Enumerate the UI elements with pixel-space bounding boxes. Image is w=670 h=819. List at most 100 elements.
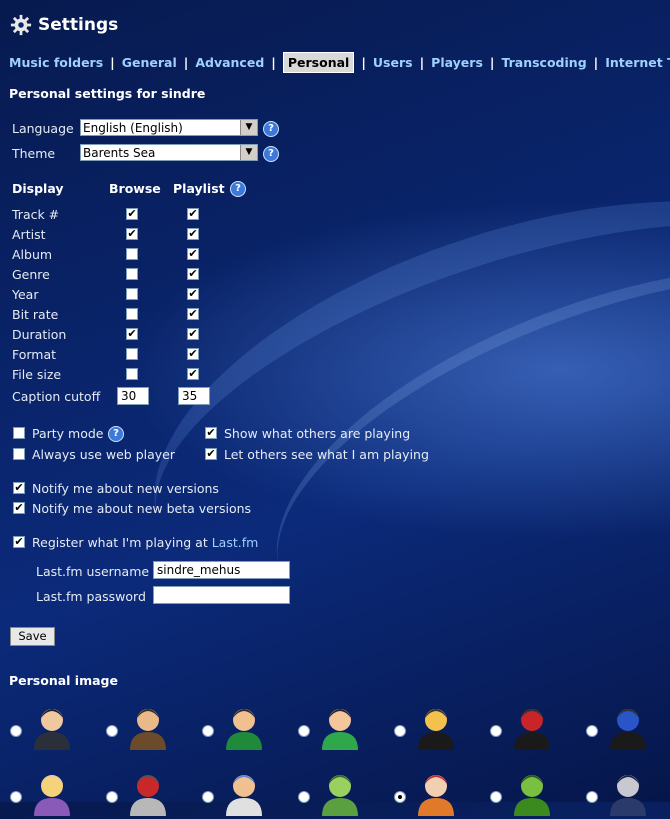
avatar-radio[interactable]	[586, 725, 598, 737]
hooded-monk-yellow-icon[interactable]	[414, 702, 458, 750]
tab-personal[interactable]: Personal	[282, 52, 355, 73]
tab-separator: |	[271, 55, 276, 70]
businessman-icon[interactable]	[30, 702, 74, 750]
soccer-player-icon[interactable]	[222, 702, 266, 750]
save-button[interactable]: Save	[10, 627, 55, 646]
tab-separator: |	[489, 55, 495, 70]
display-row-label: Bit rate	[12, 307, 59, 322]
avatar-radio[interactable]	[394, 725, 406, 737]
playlist-checkbox[interactable]: ✔	[187, 288, 199, 300]
show-others-label: Show what others are playing	[224, 426, 411, 441]
police-robot-icon[interactable]	[606, 768, 650, 816]
help-icon[interactable]: ?	[263, 121, 279, 137]
avatar-radio[interactable]	[586, 791, 598, 803]
avatar-radio[interactable]	[298, 791, 310, 803]
playlist-checkbox[interactable]: ✔	[187, 348, 199, 360]
lastfm-password-label: Last.fm password	[36, 589, 146, 604]
tab-players[interactable]: Players	[431, 55, 483, 70]
browse-checkbox[interactable]	[126, 248, 138, 260]
browse-checkbox[interactable]	[126, 368, 138, 380]
playlist-checkbox[interactable]: ✔	[187, 328, 199, 340]
page-title-text: Settings	[38, 15, 119, 35]
browse-checkbox[interactable]: ✔	[126, 228, 138, 240]
lastfm-link[interactable]: Last.fm	[212, 535, 259, 550]
let-others-see-label: Let others see what I am playing	[224, 447, 429, 462]
business-man-orange-tie-icon[interactable]	[126, 702, 170, 750]
theme-select[interactable]: Barents Sea ▼	[80, 144, 258, 161]
display-row-label: Artist	[12, 227, 46, 242]
browse-checkbox[interactable]	[126, 288, 138, 300]
help-icon[interactable]: ?	[108, 426, 124, 442]
avatar-radio[interactable]	[10, 791, 22, 803]
masked-fighter-icon[interactable]	[126, 768, 170, 816]
help-icon[interactable]: ?	[230, 181, 246, 197]
browse-checkbox[interactable]: ✔	[126, 208, 138, 220]
playlist-checkbox[interactable]: ✔	[187, 208, 199, 220]
browse-checkbox[interactable]	[126, 348, 138, 360]
help-icon[interactable]: ?	[263, 146, 279, 162]
avatar-radio[interactable]	[298, 725, 310, 737]
tab-internet-tv[interactable]: Internet TV	[605, 55, 670, 70]
lastfm-register-text: Register what I'm playing at	[32, 535, 212, 550]
tree-monster-icon[interactable]	[510, 768, 554, 816]
theme-label: Theme	[12, 146, 56, 161]
tab-separator: |	[419, 55, 425, 70]
party-mode-label: Party mode	[32, 426, 104, 441]
playlist-checkbox[interactable]: ✔	[187, 368, 199, 380]
personal-image-heading: Personal image	[9, 673, 118, 688]
language-value: English (English)	[83, 121, 183, 135]
tab-transcoding[interactable]: Transcoding	[501, 55, 586, 70]
lastfm-username-input[interactable]: sindre_mehus	[153, 561, 290, 579]
browse-checkbox[interactable]	[126, 268, 138, 280]
always-web-player-checkbox[interactable]	[13, 448, 25, 460]
notify-beta-label: Notify me about new beta versions	[32, 501, 252, 516]
avatar-radio[interactable]	[202, 725, 214, 737]
notify-beta-checkbox[interactable]: ✔	[13, 502, 25, 514]
zombie-icon[interactable]	[318, 768, 362, 816]
playlist-checkbox[interactable]: ✔	[187, 228, 199, 240]
avatar-radio[interactable]	[394, 791, 406, 803]
tab-separator: |	[361, 55, 366, 70]
theme-value: Barents Sea	[83, 146, 156, 160]
chevron-down-icon[interactable]: ▼	[240, 145, 257, 160]
lastfm-password-input[interactable]	[153, 586, 290, 604]
language-select[interactable]: English (English) ▼	[80, 119, 258, 136]
hooded-monk-blue-icon[interactable]	[606, 702, 650, 750]
playlist-checkbox[interactable]: ✔	[187, 268, 199, 280]
caption-cutoff-browse-input[interactable]: 30	[117, 387, 149, 405]
shower-man-icon[interactable]	[222, 768, 266, 816]
avatar-radio[interactable]	[202, 791, 214, 803]
display-row-label: Genre	[12, 267, 50, 282]
browse-checkbox[interactable]	[126, 308, 138, 320]
avatar-radio[interactable]	[10, 725, 22, 737]
browse-heading: Browse	[109, 181, 161, 196]
browse-checkbox[interactable]: ✔	[126, 328, 138, 340]
avatar-radio[interactable]	[490, 791, 502, 803]
avatar-radio[interactable]	[490, 725, 502, 737]
notify-versions-checkbox[interactable]: ✔	[13, 482, 25, 494]
show-others-checkbox[interactable]: ✔	[205, 427, 217, 439]
party-mode-checkbox[interactable]	[13, 427, 25, 439]
avatar-radio[interactable]	[106, 791, 118, 803]
lastfm-register-checkbox[interactable]: ✔	[13, 536, 25, 548]
display-row-label: File size	[12, 367, 62, 382]
display-row-label: Format	[12, 347, 57, 362]
avatar-radio[interactable]	[106, 725, 118, 737]
clown-icon[interactable]	[414, 768, 458, 816]
tab-separator: |	[593, 55, 599, 70]
chevron-down-icon[interactable]: ▼	[240, 120, 257, 135]
tab-users[interactable]: Users	[373, 55, 413, 70]
playlist-checkbox[interactable]: ✔	[187, 248, 199, 260]
tab-general[interactable]: General	[122, 55, 177, 70]
let-others-see-checkbox[interactable]: ✔	[205, 448, 217, 460]
tab-music-folders[interactable]: Music folders	[9, 55, 103, 70]
tab-advanced[interactable]: Advanced	[195, 55, 264, 70]
playlist-checkbox[interactable]: ✔	[187, 308, 199, 320]
blonde-woman-icon[interactable]	[30, 768, 74, 816]
green-shirt-man-icon[interactable]	[318, 702, 362, 750]
display-row-label: Track #	[12, 207, 60, 222]
lastfm-register-label: Register what I'm playing at Last.fm	[32, 535, 258, 550]
display-row-label: Year	[12, 287, 39, 302]
caption-cutoff-playlist-input[interactable]: 35	[178, 387, 210, 405]
hooded-monk-red-icon[interactable]	[510, 702, 554, 750]
